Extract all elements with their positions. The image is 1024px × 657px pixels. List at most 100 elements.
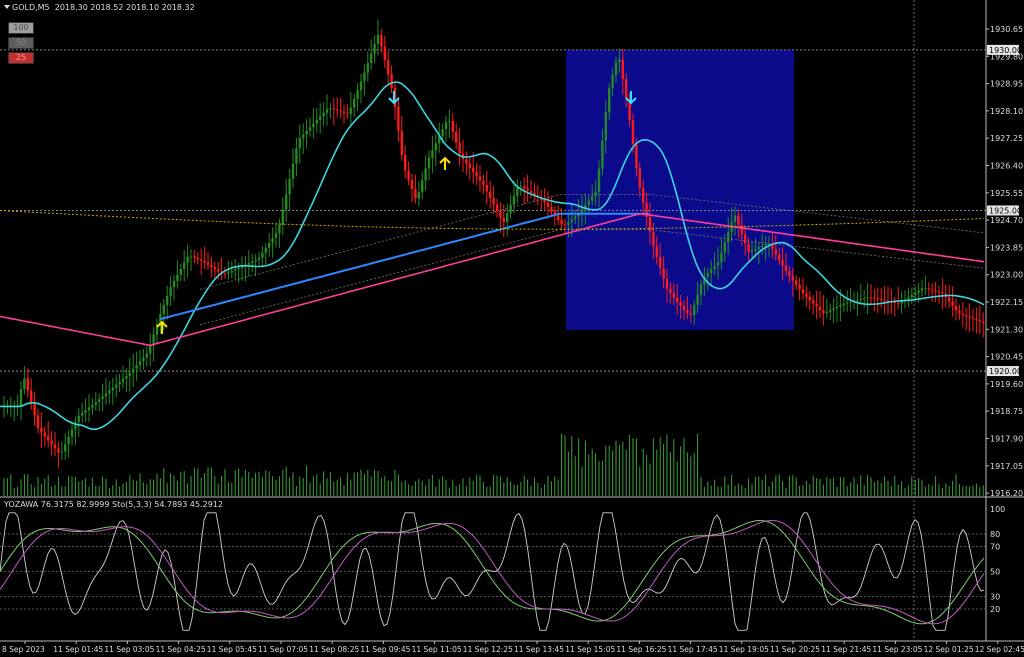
candle-body [305, 130, 308, 135]
candle-body [410, 179, 414, 190]
candle-body [502, 217, 505, 223]
candle-body [975, 318, 978, 321]
candle-body [958, 310, 961, 314]
candle-body [489, 191, 492, 199]
candle-body [897, 302, 900, 304]
candle-body [492, 198, 495, 205]
candle-body [842, 303, 845, 306]
candle-body [512, 195, 516, 205]
candle-body [268, 242, 271, 248]
candle-body [193, 256, 196, 259]
candle-body [961, 313, 964, 315]
candle-body [414, 189, 417, 199]
candle-body [635, 144, 638, 169]
candle-body [36, 415, 40, 428]
price-tick-label: 1920.45 [990, 353, 1023, 362]
time-tick-label: 12 Sep 01:25 [924, 645, 974, 654]
price-chart-canvas[interactable]: 1930.651929.801928.951928.101927.251926.… [0, 0, 1024, 657]
candle-body [659, 257, 662, 268]
price-tick-label: 1927.25 [990, 134, 1023, 143]
candle-body [162, 304, 165, 315]
price-tick-label: 1923.00 [990, 271, 1023, 280]
candle-body [910, 294, 913, 298]
candle-body [203, 260, 206, 263]
candle-body [57, 448, 60, 453]
candle-body [166, 295, 169, 305]
candle-body [710, 269, 713, 274]
candle-body [308, 127, 312, 131]
candle-body [227, 272, 230, 274]
candle-body [359, 81, 363, 91]
candle-body [254, 259, 257, 262]
time-tick-label: 11 Sep 05:45 [207, 645, 257, 654]
price-tick-label: 1916.20 [990, 489, 1023, 498]
candle-body [526, 188, 529, 191]
candle-body [329, 108, 332, 110]
candle-body [927, 288, 930, 290]
candle-body [951, 301, 954, 306]
time-tick-label: 11 Sep 13:45 [514, 645, 564, 654]
candles [2, 19, 985, 469]
zoom-25-button[interactable]: 25 [8, 52, 34, 64]
candle-body [485, 184, 488, 192]
candle-body [774, 249, 777, 255]
candle-body [247, 263, 250, 265]
candle-body [798, 284, 801, 290]
candle-body [234, 269, 237, 271]
time-axis: 8 Sep 2023 11 Sep 01:45 11 Sep 03:05 11 Sep… [2, 641, 1024, 654]
candle-body [801, 289, 805, 294]
candle-body [529, 190, 533, 193]
candle-body [424, 168, 427, 181]
candle-body [278, 224, 281, 234]
symbol-label: GOLD,M5 [12, 3, 50, 12]
candle-body [213, 267, 216, 270]
candle-body [373, 44, 376, 54]
candle-body [625, 79, 628, 99]
candle-body [339, 110, 342, 112]
candle-body [856, 299, 859, 301]
candle-body [778, 254, 781, 261]
time-tick-label: 8 Sep 2023 [2, 645, 45, 654]
candle-body [686, 309, 689, 314]
candle-body [546, 202, 550, 207]
candle-body [781, 260, 784, 266]
candle-body [121, 378, 125, 382]
candle-body [808, 296, 811, 301]
candle-body [288, 178, 291, 195]
chevron-down-icon[interactable] [4, 5, 10, 9]
candle-body [679, 302, 682, 307]
candle-body [720, 252, 723, 263]
price-tick-label: 1922.15 [990, 298, 1023, 307]
candle-body [499, 211, 502, 218]
zoom-100-button[interactable]: 100 [8, 22, 34, 34]
candle-body [839, 305, 842, 307]
candle-body [954, 305, 958, 311]
candle-body [206, 262, 210, 265]
candle-body [26, 378, 29, 391]
price-tick-label: 1928.95 [990, 80, 1023, 89]
arrow-up-icon [439, 156, 451, 170]
candle-body [169, 287, 172, 296]
arrow-down-icon [388, 91, 400, 105]
candle-body [876, 298, 879, 300]
candle-body [747, 243, 750, 253]
time-tick-label: 11 Sep 23:05 [872, 645, 922, 654]
candle-body [451, 120, 454, 132]
candle-body [825, 311, 828, 314]
candle-body [784, 265, 788, 272]
candle-body [444, 122, 448, 130]
time-tick-label: 11 Sep 03:05 [104, 645, 154, 654]
candle-body [750, 250, 754, 253]
candle-body [621, 59, 624, 80]
price-tick-label: 1925.55 [990, 189, 1023, 198]
candle-body [652, 231, 655, 247]
zoom-50-button[interactable]: 50 [8, 37, 34, 49]
candle-body [274, 233, 278, 238]
candle-body [186, 256, 189, 263]
candle-body [822, 310, 825, 314]
candle-body [614, 61, 618, 76]
time-tick-label: 12 Sep 02:45 [975, 645, 1024, 654]
candle-body [655, 246, 658, 258]
candle-body [971, 317, 975, 319]
candle-body [407, 170, 410, 180]
